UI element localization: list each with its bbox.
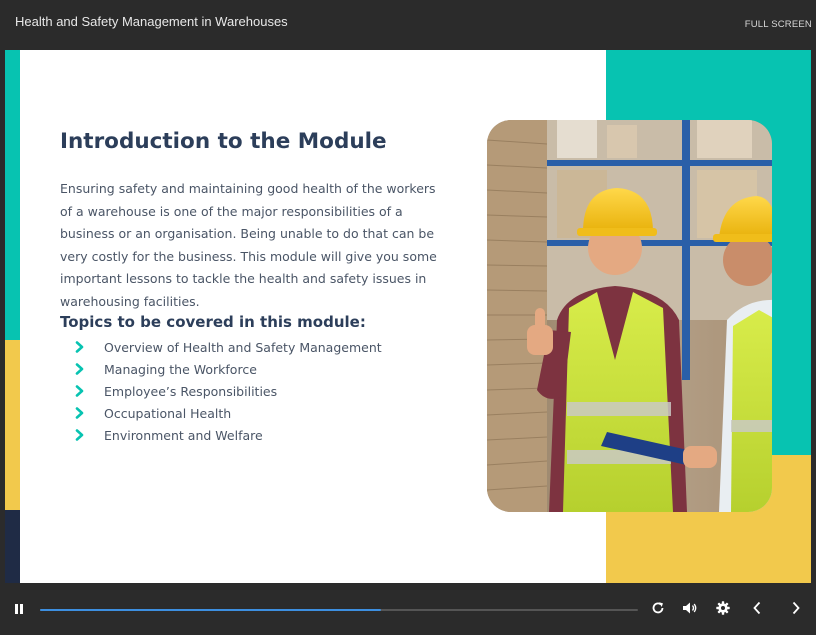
list-item: Environment and Welfare xyxy=(75,424,382,446)
pause-button[interactable] xyxy=(8,583,30,635)
topics-heading: Topics to be covered in this module: xyxy=(60,313,366,331)
chevron-right-icon xyxy=(75,429,104,441)
list-item: Managing the Workforce xyxy=(75,358,382,380)
replay-button[interactable] xyxy=(647,583,669,635)
list-item: Occupational Health xyxy=(75,402,382,424)
top-bar: Health and Safety Management in Warehous… xyxy=(0,0,816,50)
left-teal-stripe xyxy=(5,50,20,340)
topic-label: Environment and Welfare xyxy=(104,427,263,443)
left-navy-stripe xyxy=(5,510,20,583)
volume-button[interactable] xyxy=(679,583,701,635)
chevron-right-icon xyxy=(791,600,801,619)
pause-icon xyxy=(14,600,24,619)
topic-label: Managing the Workforce xyxy=(104,361,257,377)
topic-label: Overview of Health and Safety Management xyxy=(104,339,382,355)
intro-paragraph: Ensuring safety and maintaining good hea… xyxy=(60,181,437,309)
course-title: Health and Safety Management in Warehous… xyxy=(15,14,288,29)
warehouse-workers-illustration xyxy=(487,120,772,512)
slide-heading: Introduction to the Module xyxy=(60,129,387,154)
chevron-right-icon xyxy=(75,407,104,419)
progress-bar[interactable] xyxy=(40,609,638,611)
chevron-right-icon xyxy=(75,363,104,375)
chevron-right-icon xyxy=(75,341,104,353)
volume-icon xyxy=(682,600,698,619)
list-item: Overview of Health and Safety Management xyxy=(75,336,382,358)
list-item: Employee’s Responsibilities xyxy=(75,380,382,402)
topic-label: Occupational Health xyxy=(104,405,232,421)
next-slide-button[interactable] xyxy=(785,583,807,635)
topic-label: Employee’s Responsibilities xyxy=(104,383,278,399)
progress-fill xyxy=(40,609,381,611)
left-yellow-stripe xyxy=(5,340,20,510)
topics-list: Overview of Health and Safety Management… xyxy=(75,336,382,446)
settings-button[interactable] xyxy=(712,583,734,635)
chevron-left-icon xyxy=(752,600,762,619)
slide-stage: Introduction to the Module Ensuring safe… xyxy=(5,50,811,583)
gear-icon xyxy=(716,600,730,619)
warehouse-workers-photo xyxy=(487,120,772,512)
fullscreen-button[interactable]: FULL SCREEN xyxy=(745,19,812,30)
previous-slide-button[interactable] xyxy=(746,583,768,635)
chevron-right-icon xyxy=(75,385,104,397)
player-controls xyxy=(0,583,816,635)
replay-icon xyxy=(651,600,665,619)
